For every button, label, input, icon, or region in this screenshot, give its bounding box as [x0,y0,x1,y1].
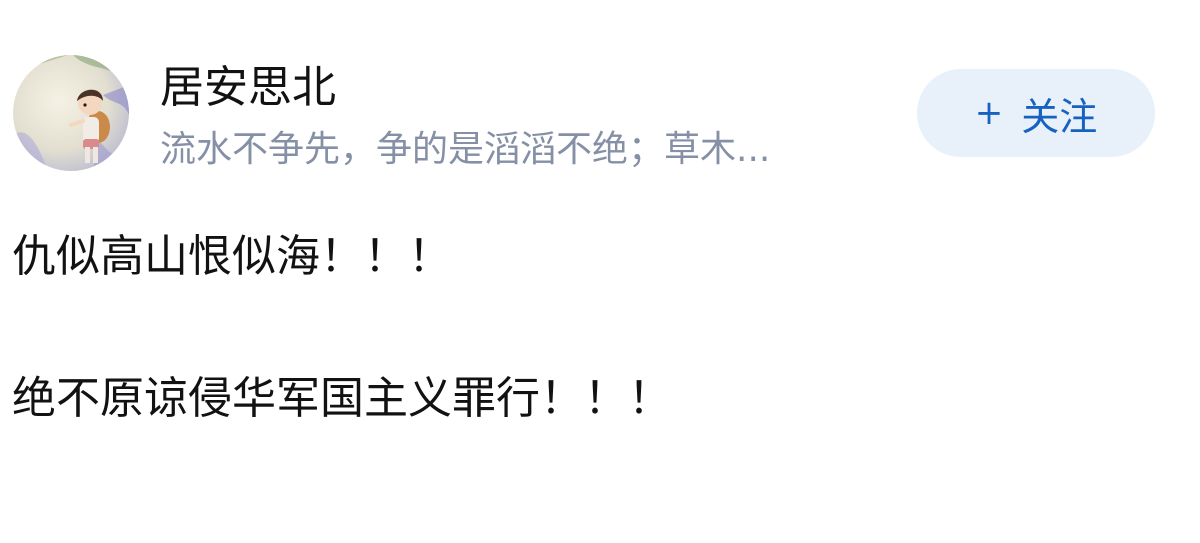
follow-button-label: 关注 [1021,94,1098,139]
avatar-illustration [13,55,129,171]
author-bio: 流水不争先，争的是滔滔不绝；草木... [160,129,771,170]
plus-icon: + [974,93,1004,133]
author-name[interactable]: 居安思北 [160,58,336,118]
answer-content: 仇似高山恨似海！！！ 绝不原谅侵华军国主义罪行！！！ [12,222,1192,434]
answer-author-header: 居安思北 流水不争先，争的是滔滔不绝；草木... + 关注 [0,0,1200,190]
author-avatar[interactable] [13,55,129,171]
content-paragraph: 仇似高山恨似海！！！ [12,231,452,282]
content-paragraph: 绝不原谅侵华军国主义罪行！！！ [12,373,672,424]
follow-button[interactable]: + 关注 [917,69,1155,157]
